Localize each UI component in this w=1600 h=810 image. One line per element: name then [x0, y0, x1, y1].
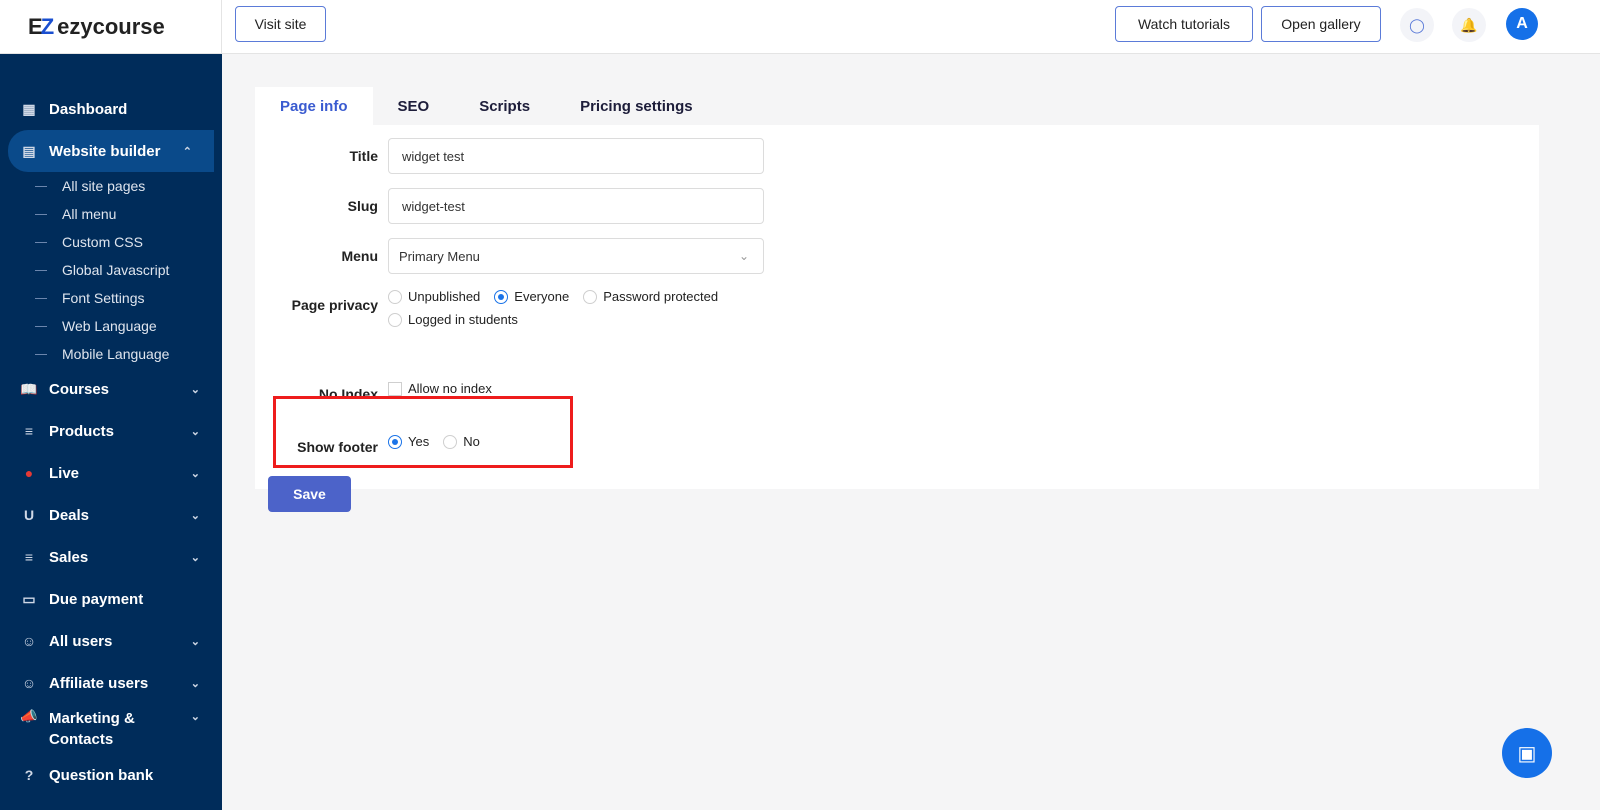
- menu-select[interactable]: Primary Menu ⌄: [388, 238, 764, 274]
- top-header: EZ ezycourse Visit site Watch tutorials O…: [0, 0, 1600, 54]
- avatar[interactable]: A: [1506, 8, 1538, 40]
- tab-seo[interactable]: SEO: [373, 87, 455, 125]
- chevron-down-icon: ⌄: [190, 677, 200, 690]
- logo-text: ezycourse: [57, 14, 165, 39]
- privacy-logged-in-radio[interactable]: Logged in students: [388, 310, 518, 330]
- sidebar-item-due-payment[interactable]: ▭ Due payment: [0, 578, 222, 620]
- sidebar-item-website-builder[interactable]: ▤ Website builder ⌃: [8, 130, 214, 172]
- logo[interactable]: EZ ezycourse: [0, 0, 222, 54]
- chevron-down-icon: ⌄: [190, 425, 200, 438]
- chevron-down-icon: ⌄: [190, 635, 200, 648]
- tab-pricing-settings[interactable]: Pricing settings: [555, 87, 718, 125]
- sidebar-sub-custom-css[interactable]: Custom CSS: [0, 228, 222, 256]
- title-input[interactable]: widget test: [388, 138, 764, 174]
- question-icon: ?: [24, 767, 34, 783]
- magnet-icon: U: [23, 507, 35, 523]
- sidebar-item-sales[interactable]: ≡ Sales ⌄: [0, 536, 222, 578]
- sidebar-item-label: Dashboard: [49, 100, 128, 118]
- sidebar-sub-all-menu[interactable]: All menu: [0, 200, 222, 228]
- sidebar-item-label: Website builder: [49, 142, 161, 160]
- sidebar-sub-all-site-pages[interactable]: All site pages: [0, 172, 222, 200]
- grid-icon: ▦: [22, 100, 36, 117]
- privacy-everyone-radio[interactable]: Everyone: [494, 287, 569, 307]
- megaphone-icon: 📣: [20, 708, 38, 724]
- title-label: Title: [349, 148, 378, 164]
- chat-icon: ▣: [1517, 742, 1537, 765]
- users-icon: ☺: [21, 633, 37, 649]
- sidebar: ▦ Dashboard ▤ Website builder ⌃ All site pa…: [0, 54, 222, 810]
- privacy-password-radio[interactable]: Password protected: [583, 287, 718, 307]
- video-icon: ●: [24, 465, 34, 481]
- sidebar-sub-mobile-language[interactable]: Mobile Language: [0, 340, 222, 368]
- open-gallery-button[interactable]: Open gallery: [1261, 6, 1381, 42]
- visit-site-button[interactable]: Visit site: [235, 6, 326, 42]
- sidebar-item-all-users[interactable]: ☺ All users ⌄: [0, 620, 222, 662]
- sidebar-sub-font-settings[interactable]: Font Settings: [0, 284, 222, 312]
- users-icon: ☺: [21, 675, 37, 691]
- page-privacy-label: Page privacy: [291, 297, 378, 313]
- chevron-down-icon: ⌄: [190, 467, 200, 480]
- allow-no-index-checkbox[interactable]: Allow no index: [388, 381, 492, 396]
- tab-bar: Page info SEO Scripts Pricing settings: [255, 87, 1539, 125]
- sidebar-sub-web-language[interactable]: Web Language: [0, 312, 222, 340]
- logo-mark-icon: EZ: [28, 14, 54, 39]
- chevron-down-icon: ⌄: [190, 551, 200, 564]
- chevron-up-icon: ⌃: [182, 145, 192, 158]
- slug-label: Slug: [347, 198, 378, 214]
- card-icon: ▭: [22, 590, 36, 607]
- chevron-down-icon: ⌄: [738, 249, 749, 263]
- sidebar-item-affiliate-users[interactable]: ☺ Affiliate users ⌄: [0, 662, 222, 704]
- lines-icon: ≡: [24, 549, 34, 565]
- sidebar-item-deals[interactable]: U Deals ⌄: [0, 494, 222, 536]
- chevron-down-icon: ⌄: [190, 711, 200, 723]
- list-icon: ≡: [24, 423, 34, 439]
- document-icon: ▤: [22, 142, 36, 159]
- sidebar-item-courses[interactable]: 📖 Courses ⌄: [0, 368, 222, 410]
- save-button[interactable]: Save: [268, 476, 351, 512]
- bell-icon[interactable]: 🔔: [1452, 8, 1486, 42]
- sidebar-sub-global-javascript[interactable]: Global Javascript: [0, 256, 222, 284]
- tab-scripts[interactable]: Scripts: [454, 87, 555, 125]
- chat-widget-button[interactable]: ▣: [1502, 728, 1552, 778]
- tab-page-info[interactable]: Page info: [255, 87, 373, 125]
- book-icon: 📖: [20, 380, 38, 397]
- privacy-unpublished-radio[interactable]: Unpublished: [388, 287, 480, 307]
- page-info-form: Title widget test Slug widget-test Menu Pri…: [255, 125, 1539, 512]
- slug-input[interactable]: widget-test: [388, 188, 764, 224]
- sidebar-item-live[interactable]: ● Live ⌄: [0, 452, 222, 494]
- main-content: Page info SEO Scripts Pricing settings T…: [255, 87, 1539, 512]
- menu-label: Menu: [341, 248, 378, 264]
- chat-bubble-icon[interactable]: ◯: [1400, 8, 1434, 42]
- chevron-down-icon: ⌄: [190, 509, 200, 522]
- sidebar-item-products[interactable]: ≡ Products ⌄: [0, 410, 222, 452]
- highlight-box: [273, 396, 573, 468]
- sidebar-item-dashboard[interactable]: ▦ Dashboard: [0, 88, 222, 130]
- watch-tutorials-button[interactable]: Watch tutorials: [1115, 6, 1253, 42]
- sidebar-item-marketing[interactable]: 📣 Marketing & Contacts ⌄: [0, 704, 222, 754]
- sidebar-item-question-bank[interactable]: ? Question bank: [0, 754, 222, 796]
- chevron-down-icon: ⌄: [190, 383, 200, 396]
